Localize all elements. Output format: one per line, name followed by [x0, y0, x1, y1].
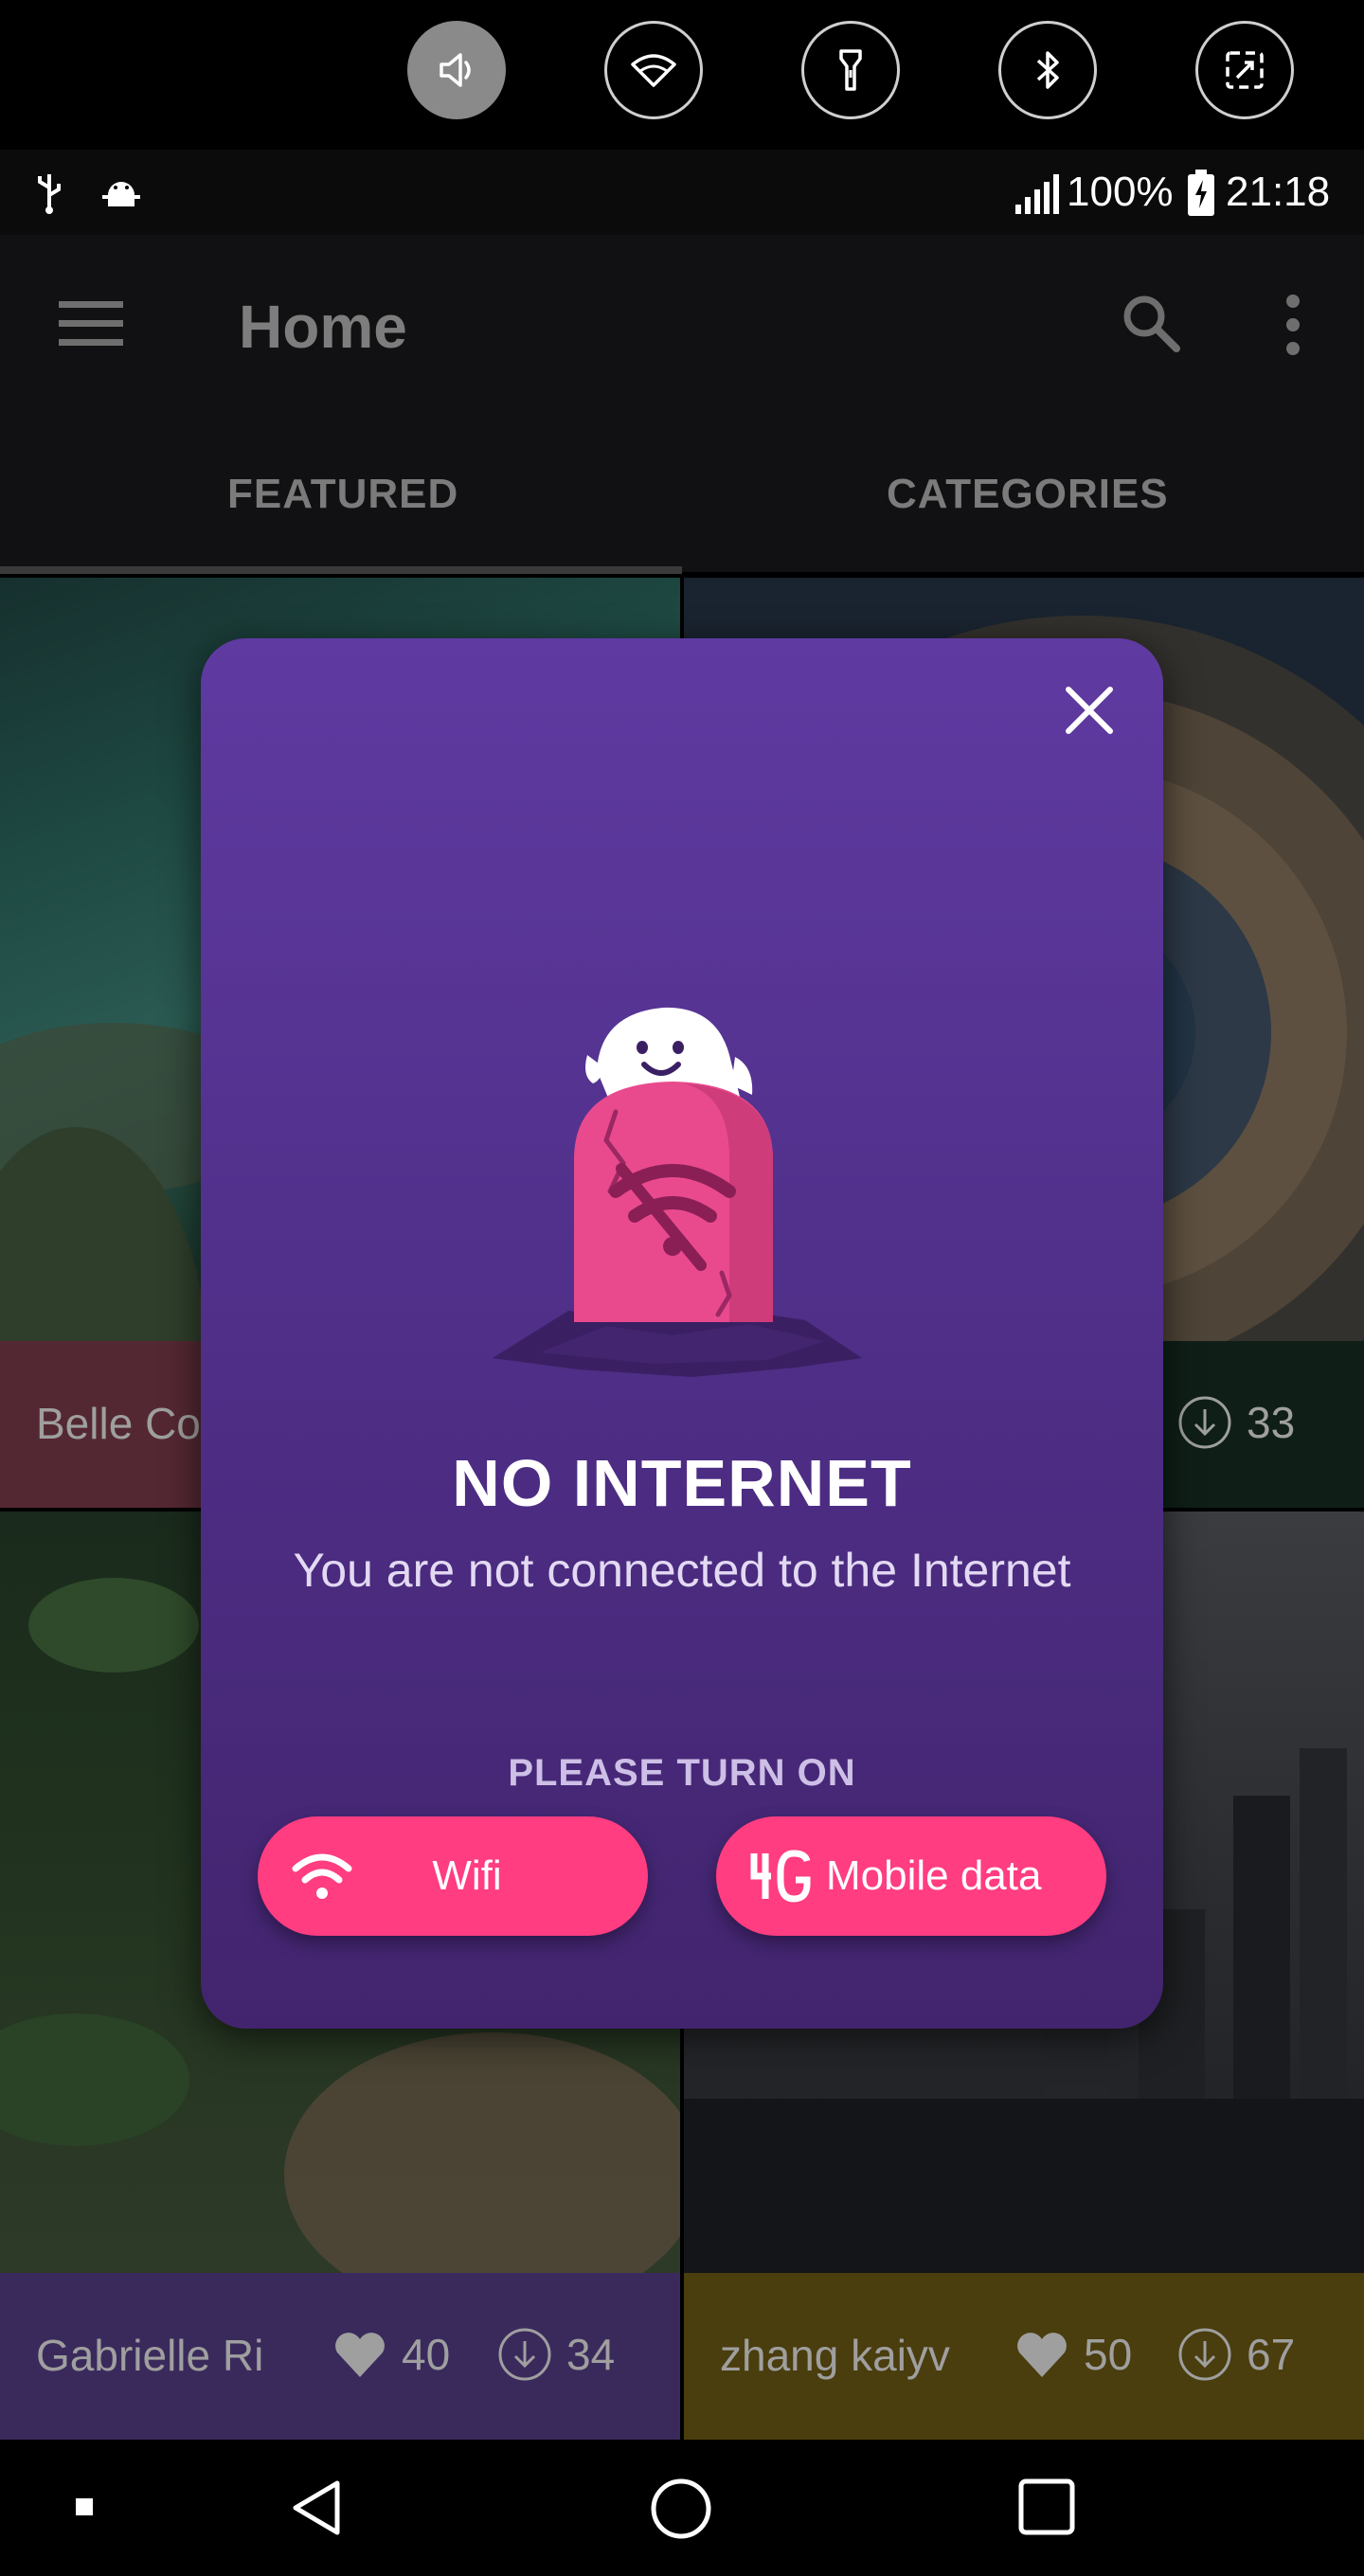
wifi-toggle[interactable]	[604, 21, 703, 119]
downloads-stat: 67	[1176, 2326, 1295, 2383]
heart-icon[interactable]	[1014, 2326, 1070, 2383]
close-icon[interactable]	[1061, 682, 1118, 739]
quick-settings-bar	[0, 0, 1364, 150]
navigation-bar	[0, 2440, 1364, 2576]
menu-icon[interactable]	[59, 299, 125, 349]
usb-icon	[38, 174, 61, 214]
page-title: Home	[239, 293, 407, 361]
search-icon[interactable]	[1118, 290, 1184, 356]
wifi-button-label: Wifi	[432, 1852, 502, 1899]
4g-icon	[750, 1850, 811, 1903]
clock: 21:18	[1226, 169, 1331, 215]
battery-charging-icon	[1188, 170, 1214, 216]
tab-featured[interactable]: FEATURED	[227, 471, 458, 518]
tab-indicator	[0, 566, 682, 574]
signal-icon	[1015, 174, 1059, 214]
dialog-message: You are not connected to the Internet	[293, 1544, 1071, 1597]
tab-categories[interactable]: CATEGORIES	[887, 471, 1169, 518]
bluetooth-icon	[1036, 51, 1059, 89]
status-bar: 100% 21:18	[0, 150, 1364, 235]
card-info-4: zhang kaiyv 50 67	[684, 2273, 1364, 2440]
download-icon[interactable]	[1176, 2326, 1233, 2383]
flashlight-toggle[interactable]	[801, 21, 900, 119]
card-author: Gabrielle Ri	[36, 2331, 264, 2380]
notification-dot-icon	[76, 2498, 93, 2515]
volume-toggle[interactable]	[407, 21, 506, 119]
likes-stat: 50	[1014, 2326, 1132, 2383]
screen-rotation-icon	[1226, 51, 1264, 89]
card-info-3: Gabrielle Ri 40 34	[0, 2273, 680, 2440]
likes-stat: 40	[332, 2326, 450, 2383]
downloads-count: 33	[1247, 1398, 1296, 1447]
android-debug-icon	[102, 182, 140, 206]
downloads-stat: 33	[1176, 1394, 1295, 1451]
card-author: Belle Co	[36, 1399, 201, 1448]
no-internet-dialog: NO INTERNET You are not connected to the…	[201, 638, 1163, 2029]
bluetooth-toggle[interactable]	[998, 21, 1097, 119]
flashlight-icon	[839, 49, 862, 91]
downloads-count: 67	[1247, 2330, 1296, 2379]
downloads-count: 34	[566, 2330, 616, 2379]
battery-percentage: 100%	[1067, 169, 1174, 215]
dialog-prompt: PLEASE TURN ON	[508, 1752, 856, 1794]
home-icon[interactable]	[650, 2478, 712, 2540]
wifi-icon	[631, 54, 676, 87]
heart-icon[interactable]	[332, 2326, 388, 2383]
recent-apps-icon[interactable]	[1017, 2478, 1076, 2536]
screen-rotation-toggle[interactable]	[1195, 21, 1294, 119]
likes-count: 40	[402, 2330, 451, 2379]
mobile-data-button[interactable]: Mobile data	[716, 1816, 1106, 1936]
wifi-button[interactable]: Wifi	[258, 1816, 648, 1936]
volume-icon	[440, 53, 471, 87]
back-icon[interactable]	[288, 2478, 345, 2538]
card-author: zhang kaiyv	[720, 2331, 950, 2380]
dialog-title: NO INTERNET	[452, 1446, 912, 1520]
downloads-stat: 34	[496, 2326, 615, 2383]
mobile-data-button-label: Mobile data	[826, 1852, 1042, 1899]
download-icon[interactable]	[496, 2326, 553, 2383]
likes-count: 50	[1084, 2330, 1133, 2379]
more-options-icon[interactable]	[1279, 294, 1307, 356]
ghost-tombstone-illustration	[493, 1007, 862, 1377]
download-icon[interactable]	[1176, 1394, 1233, 1451]
